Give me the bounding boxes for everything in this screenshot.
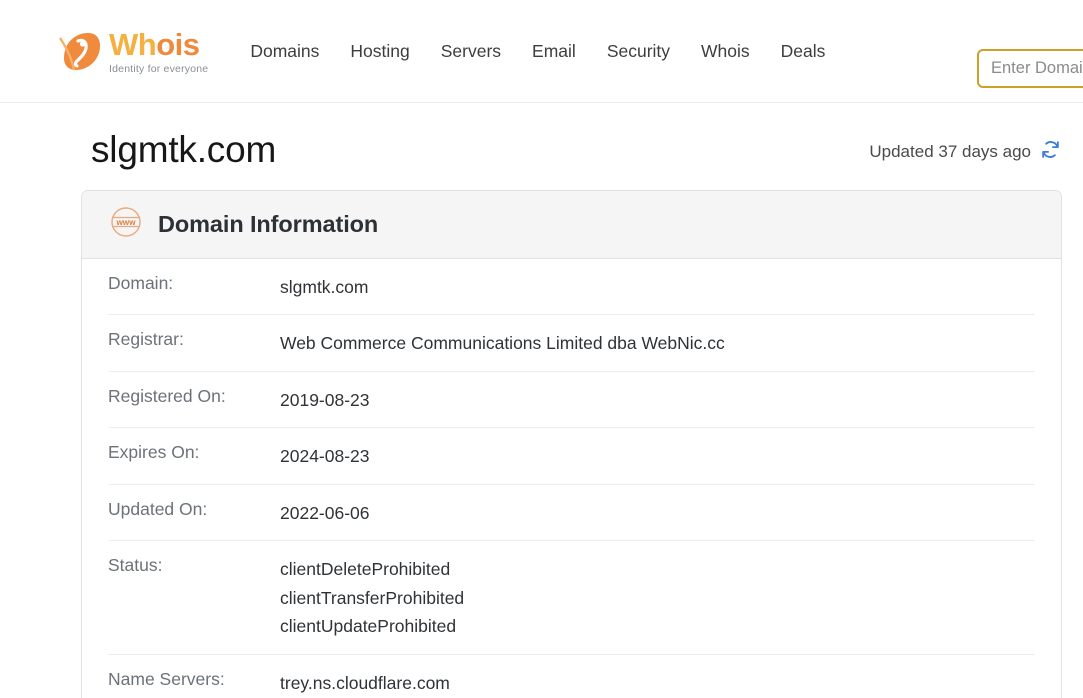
domain-search-container bbox=[977, 49, 1083, 88]
value-line: 2024-08-23 bbox=[280, 442, 370, 471]
whois-logo-mark-icon bbox=[58, 28, 104, 74]
table-row: Expires On: 2024-08-23 bbox=[108, 428, 1035, 485]
site-header: Whois Identity for everyone Domains Host… bbox=[0, 0, 1083, 103]
page-title: slgmtk.com bbox=[91, 130, 276, 171]
value-line: 2019-08-23 bbox=[280, 386, 370, 415]
table-row: Updated On: 2022-06-06 bbox=[108, 485, 1035, 542]
page-title-row: slgmtk.com Updated 37 days ago bbox=[0, 103, 1083, 171]
row-label-expires-on: Expires On: bbox=[108, 442, 280, 463]
row-value-domain: slgmtk.com bbox=[280, 273, 368, 302]
value-line: slgmtk.com bbox=[280, 273, 368, 302]
nav-item-domains[interactable]: Domains bbox=[250, 41, 319, 62]
card-title: Domain Information bbox=[158, 211, 378, 238]
updated-text: Updated 37 days ago bbox=[869, 142, 1031, 162]
row-value-expires-on: 2024-08-23 bbox=[280, 442, 370, 471]
row-label-name-servers: Name Servers: bbox=[108, 669, 280, 690]
table-row: Status: clientDeleteProhibited clientTra… bbox=[108, 541, 1035, 655]
table-row: Name Servers: trey.ns.cloudflare.com vid… bbox=[108, 655, 1035, 698]
logo-tagline: Identity for everyone bbox=[109, 63, 208, 75]
nav-item-servers[interactable]: Servers bbox=[441, 41, 501, 62]
value-line: clientDeleteProhibited bbox=[280, 555, 464, 584]
svg-text:www: www bbox=[115, 218, 136, 227]
card-header: www Domain Information bbox=[82, 191, 1061, 259]
domain-search-input[interactable] bbox=[977, 49, 1083, 88]
value-line: 2022-06-06 bbox=[280, 499, 370, 528]
row-label-status: Status: bbox=[108, 555, 280, 576]
updated-status: Updated 37 days ago bbox=[869, 139, 1061, 171]
row-value-status: clientDeleteProhibited clientTransferPro… bbox=[280, 555, 464, 641]
card-body: Domain: slgmtk.com Registrar: Web Commer… bbox=[82, 259, 1061, 698]
domain-information-card: www Domain Information Domain: slgmtk.co… bbox=[81, 190, 1062, 698]
row-value-name-servers: trey.ns.cloudflare.com vida.ns.cloudflar… bbox=[280, 669, 454, 698]
row-label-updated-on: Updated On: bbox=[108, 499, 280, 520]
row-value-registrar: Web Commerce Communications Limited dba … bbox=[280, 329, 725, 358]
value-line: clientUpdateProhibited bbox=[280, 612, 464, 641]
row-label-domain: Domain: bbox=[108, 273, 280, 294]
logo-wordmark: Whois bbox=[109, 29, 208, 60]
nav-item-whois[interactable]: Whois bbox=[701, 41, 750, 62]
www-globe-icon: www bbox=[108, 204, 144, 245]
row-value-updated-on: 2022-06-06 bbox=[280, 499, 370, 528]
nav-item-email[interactable]: Email bbox=[532, 41, 576, 62]
table-row: Registered On: 2019-08-23 bbox=[108, 372, 1035, 429]
site-logo[interactable]: Whois Identity for everyone bbox=[58, 25, 208, 77]
value-line: trey.ns.cloudflare.com bbox=[280, 669, 454, 698]
value-line: clientTransferProhibited bbox=[280, 584, 464, 613]
nav-item-security[interactable]: Security bbox=[607, 41, 670, 62]
table-row: Domain: slgmtk.com bbox=[108, 259, 1035, 316]
value-line: Web Commerce Communications Limited dba … bbox=[280, 329, 725, 358]
main-navigation: Domains Hosting Servers Email Security W… bbox=[250, 41, 825, 62]
page-content: slgmtk.com Updated 37 days ago www bbox=[0, 103, 1083, 698]
row-value-registered-on: 2019-08-23 bbox=[280, 386, 370, 415]
table-row: Registrar: Web Commerce Communications L… bbox=[108, 315, 1035, 372]
nav-item-deals[interactable]: Deals bbox=[781, 41, 826, 62]
logo-word-part2: ois bbox=[156, 27, 199, 62]
logo-word-part1: Wh bbox=[109, 27, 156, 62]
nav-item-hosting[interactable]: Hosting bbox=[350, 41, 409, 62]
refresh-icon[interactable] bbox=[1040, 139, 1061, 165]
row-label-registrar: Registrar: bbox=[108, 329, 280, 350]
row-label-registered-on: Registered On: bbox=[108, 386, 280, 407]
